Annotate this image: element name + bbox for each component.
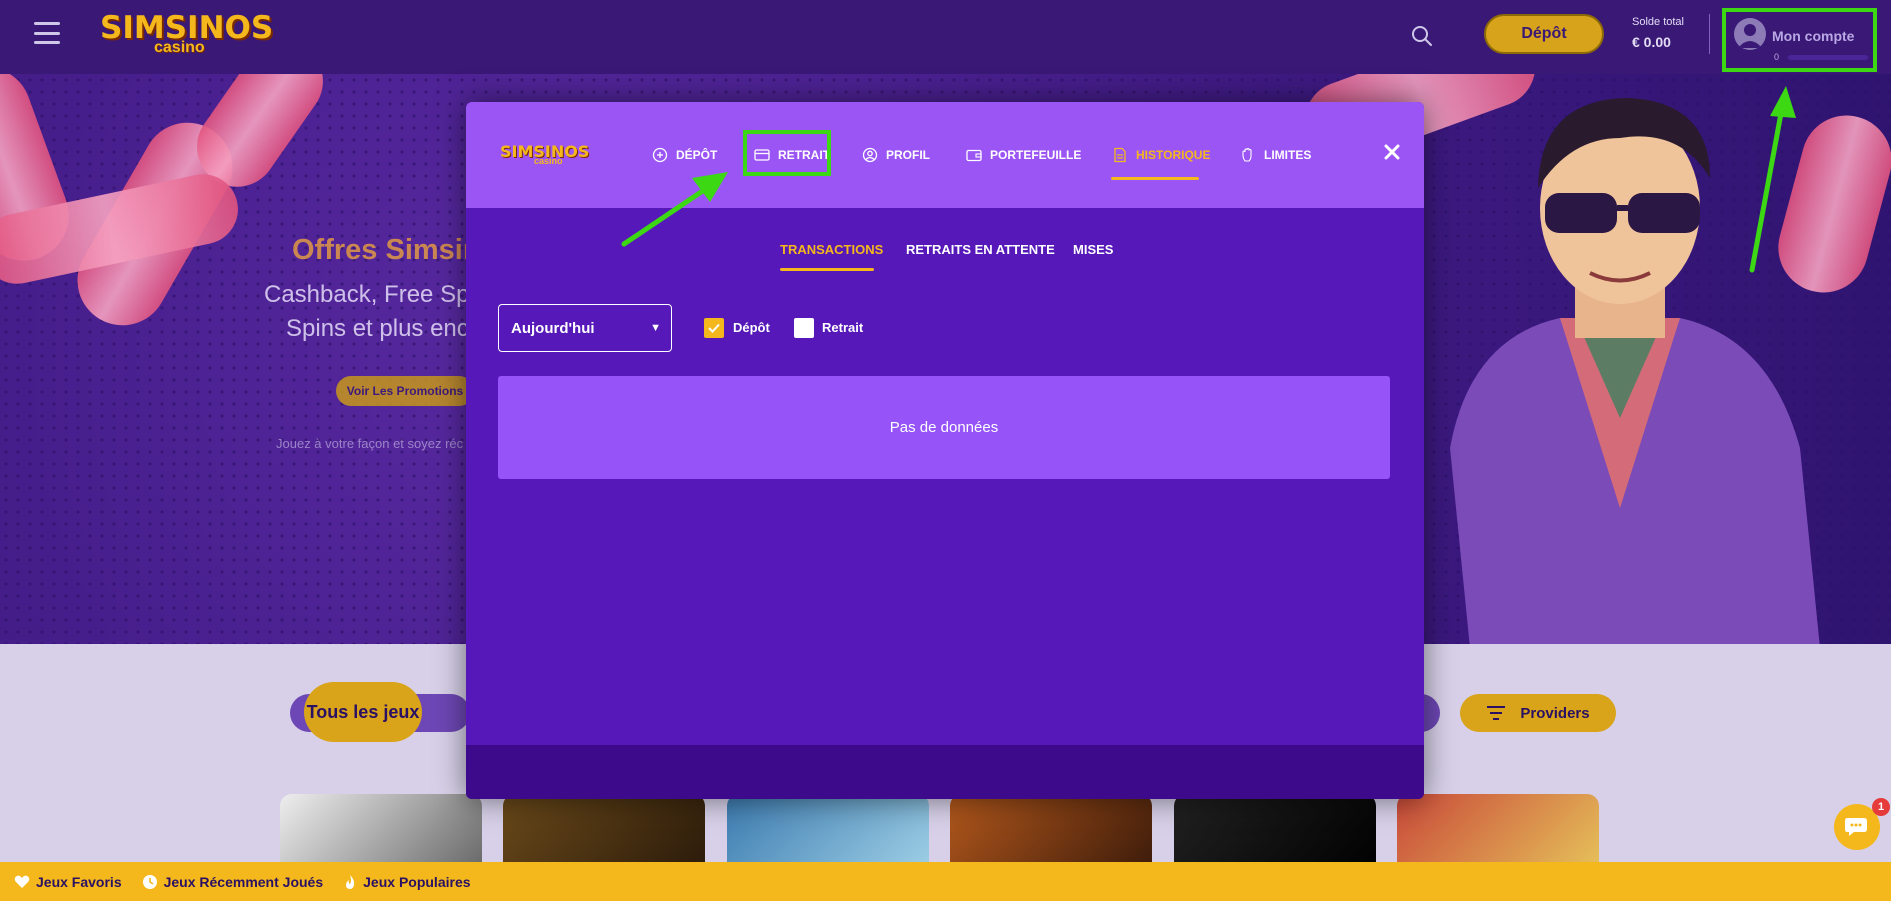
- top-header: SIMSINOS casino Dépôt Solde total € 0.00…: [0, 0, 1891, 74]
- chevron-down-icon: ▼: [650, 322, 661, 334]
- promotions-button[interactable]: Voir Les Promotions: [336, 376, 474, 406]
- account-progress-bar: [1788, 55, 1868, 60]
- close-icon[interactable]: [1380, 140, 1404, 164]
- bottom-quick-bar: Jeux Favoris Jeux Récemment Joués Jeux P…: [0, 862, 1891, 901]
- site-logo[interactable]: SIMSINOS casino: [100, 12, 273, 56]
- flame-icon: [346, 874, 355, 889]
- balance-value: € 0.00: [1632, 34, 1671, 50]
- recent-games-link[interactable]: Jeux Récemment Joués: [142, 874, 323, 890]
- tab-wallet[interactable]: PORTEFEUILLE: [966, 144, 1081, 166]
- search-icon[interactable]: [1410, 24, 1434, 48]
- hero-character-illustration: [1450, 98, 1820, 644]
- tab-history[interactable]: HISTORIQUE: [1112, 144, 1210, 166]
- hero-subtitle: Cashback, Free Sp Spins et plus enc: [264, 281, 470, 342]
- plus-circle-icon: [652, 147, 668, 163]
- modal-header: SIMSINOS casino DÉPÔT RETRAIT PROFIL POR…: [466, 102, 1424, 208]
- document-icon: [1114, 147, 1126, 163]
- subtab-transactions[interactable]: TRANSACTIONS: [780, 242, 883, 257]
- chat-icon: [1845, 818, 1867, 836]
- menu-icon[interactable]: [34, 22, 60, 44]
- account-modal: SIMSINOS casino DÉPÔT RETRAIT PROFIL POR…: [466, 102, 1424, 799]
- modal-logo: SIMSINOS casino: [500, 142, 590, 166]
- deposit-button[interactable]: Dépôt: [1484, 14, 1604, 54]
- transactions-empty-state: Pas de données: [498, 376, 1390, 479]
- wallet-icon: [966, 149, 982, 162]
- hero-footnote: Jouez à votre façon et soyez réc: [276, 436, 464, 451]
- tab-limits[interactable]: LIMITES: [1240, 144, 1311, 166]
- active-tab-indicator: [1111, 177, 1199, 180]
- subtab-bets[interactable]: MISES: [1073, 242, 1113, 257]
- clock-icon: [142, 874, 157, 889]
- popular-games-link[interactable]: Jeux Populaires: [343, 874, 471, 890]
- active-subtab-indicator: [780, 268, 874, 271]
- header-divider: [1709, 14, 1710, 54]
- balance-label: Solde total: [1632, 16, 1684, 28]
- account-level: 0: [1774, 52, 1780, 62]
- account-label: Mon compte: [1772, 28, 1855, 44]
- all-games-button[interactable]: Tous les jeux: [304, 682, 422, 742]
- balance-display: Solde total € 0.00: [1632, 16, 1684, 50]
- filter-icon: [1487, 706, 1506, 720]
- user-circle-icon: [862, 147, 878, 163]
- subtab-pending-withdrawals[interactable]: RETRAITS EN ATTENTE: [906, 242, 1055, 257]
- period-select[interactable]: Aujourd'hui ▼: [498, 304, 672, 352]
- deposit-filter-checkbox[interactable]: [704, 318, 724, 338]
- withdraw-tab-highlight: [743, 130, 831, 176]
- withdraw-filter-label: Retrait: [822, 320, 864, 335]
- modal-footer: [466, 745, 1424, 799]
- hand-icon: [1242, 147, 1252, 162]
- heart-icon: [14, 875, 30, 888]
- providers-button[interactable]: Providers: [1460, 694, 1616, 732]
- check-icon: [708, 323, 720, 333]
- tab-profile[interactable]: PROFIL: [862, 144, 930, 166]
- avatar-icon: [1734, 18, 1766, 50]
- account-button[interactable]: Mon compte 0: [1722, 8, 1877, 72]
- favorites-link[interactable]: Jeux Favoris: [14, 874, 122, 890]
- tab-deposit[interactable]: DÉPÔT: [652, 144, 717, 166]
- chat-notification-badge: 1: [1872, 798, 1890, 816]
- deposit-filter-label: Dépôt: [733, 320, 770, 335]
- hero-title: Offres Simsin: [292, 234, 481, 266]
- withdraw-filter-checkbox[interactable]: [794, 318, 814, 338]
